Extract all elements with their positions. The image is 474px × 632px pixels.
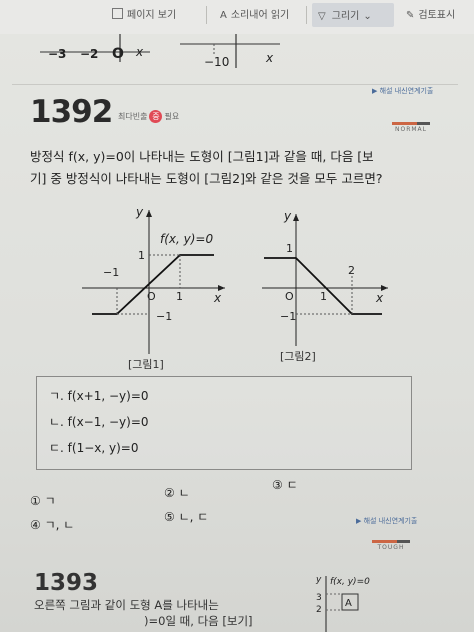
read-aloud-button[interactable]: A 소리내어 읽기: [220, 6, 289, 21]
prev-tick-minus2: −2: [80, 47, 98, 61]
viewer-toolbar: 페이지 보기 A 소리내어 읽기 ▽ 그리기 ⌄ ✎ 검토표시: [0, 0, 474, 35]
fig2-label-y1: 1: [286, 242, 293, 255]
difficulty-level: NORMAL: [392, 122, 430, 133]
difficulty-bars-2: [372, 540, 410, 543]
problem-2-figure: y f(x, y)=0 3 2 A: [315, 575, 370, 632]
prev-x-axis-label-2: x: [265, 51, 274, 65]
fig2-y-axis: y: [283, 209, 292, 223]
fig1-x-axis: x: [213, 291, 222, 305]
fig1-label-xm1: −1: [103, 266, 119, 279]
difficulty-level-2: TOUGH: [372, 540, 410, 551]
difficulty-label: NORMAL: [394, 126, 427, 133]
question-line-2: 기] 중 방정식이 나타내는 도형이 [그림2]와 같은 것을 모두 고르면?: [30, 171, 383, 186]
difficulty-bars: [392, 122, 430, 125]
fig1-label-ym1: −1: [156, 310, 172, 323]
choice-3[interactable]: ③ ㄷ: [272, 476, 298, 493]
fig2-x-axis: x: [375, 291, 384, 305]
question-2-line-2: )=0일 때, 다음 [보기]: [144, 614, 253, 628]
pen-icon: ✎: [406, 10, 415, 21]
figure-2: y x O 1 1 2 −1 [그림2]: [262, 209, 388, 363]
mini-curve-label: f(x, y)=0: [330, 577, 370, 587]
option-b: ㄴ. f(x−1, −y)=0: [49, 415, 149, 429]
badge-mark: 중: [149, 110, 163, 123]
question-line-1: 방정식 f(x, y)=0이 나타내는 도형이 [그림1]과 같을 때, 다음 …: [30, 149, 374, 164]
draw-dropdown-content: ▽ 그리기 ⌄: [318, 7, 372, 22]
fig1-label-x1: 1: [176, 290, 183, 303]
page-icon: [112, 8, 123, 19]
mini-region-a: A: [345, 598, 352, 609]
draw-label: 그리기: [331, 11, 360, 22]
page-view-button[interactable]: 페이지 보기: [112, 6, 176, 21]
toolbar-divider: [206, 6, 207, 24]
answer-link[interactable]: ▶ 해설 내신연계기출: [372, 86, 433, 96]
fig2-label-x2: 2: [348, 264, 355, 277]
toolbar-divider: [306, 6, 307, 24]
prev-origin: O: [112, 46, 124, 62]
fig2-label-ym1: −1: [280, 310, 296, 323]
question-2-text: 오른쪽 그림과 같이 도형 A를 나타내는 )=0일 때, 다음 [보기]: [34, 597, 253, 629]
choice-1[interactable]: ① ㄱ: [30, 492, 56, 509]
question-text: 방정식 f(x, y)=0이 나타내는 도형이 [그림1]과 같을 때, 다음 …: [30, 146, 450, 190]
question-2-line-1: 오른쪽 그림과 같이 도형 A를 나타내는: [34, 598, 219, 612]
options-box: ㄱ. f(x+1, −y)=0 ㄴ. f(x−1, −y)=0 ㄷ. f(1−x…: [36, 376, 412, 470]
previous-problem-graphs: −3 −2 O x −10 x: [40, 34, 280, 69]
fig2-label-x1: 1: [320, 290, 327, 303]
answer-link-2[interactable]: ▶ 해설 내신연계기출: [356, 516, 417, 526]
frequency-badge: 최다빈출 중 필요: [118, 110, 179, 123]
option-a: ㄱ. f(x+1, −y)=0: [49, 389, 149, 403]
fig1-curve-label: f(x, y)=0: [160, 232, 213, 246]
prev-tick-minus10: −10: [204, 55, 229, 69]
read-aloud-label: 소리내어 읽기: [230, 10, 290, 21]
option-c: ㄷ. f(1−x, y)=0: [49, 441, 139, 455]
difficulty-label-2: TOUGH: [377, 544, 405, 551]
choice-4[interactable]: ④ ㄱ, ㄴ: [30, 516, 74, 533]
mini-tick-2: 2: [316, 605, 322, 615]
fig1-caption: [그림1]: [128, 358, 164, 371]
fig1-origin: O: [147, 290, 156, 303]
fig1-label-y1: 1: [138, 249, 145, 262]
section-divider: [12, 84, 458, 85]
speaker-icon: A: [220, 10, 227, 21]
problem-number: 1392: [30, 94, 113, 130]
choice-5[interactable]: ⑤ ㄴ, ㄷ: [164, 508, 208, 525]
badge-suffix: 필요: [164, 112, 180, 121]
prev-x-axis-label: x: [135, 45, 144, 59]
page-view-label: 페이지 보기: [127, 10, 177, 21]
caret-icon: ⌄: [363, 11, 372, 22]
mini-y-axis: y: [315, 575, 322, 585]
figure-1: y x f(x, y)=0 O 1 −1 1 −1 [그림1]: [82, 205, 225, 371]
figures: y x f(x, y)=0 O 1 −1 1 −1 [그림1] y x O 1 …: [82, 205, 388, 371]
choice-2[interactable]: ② ㄴ: [164, 484, 190, 501]
badge-prefix: 최다빈출: [118, 112, 148, 121]
fig1-y-axis: y: [135, 205, 144, 219]
review-mark-label: 검토표시: [418, 10, 456, 21]
draw-dropdown[interactable]: ▽ 그리기 ⌄: [312, 3, 394, 27]
prev-tick-minus3: −3: [48, 47, 66, 61]
fig2-origin: O: [285, 290, 294, 303]
problem-number-2: 1393: [34, 570, 99, 596]
fig2-caption: [그림2]: [280, 350, 316, 363]
review-mark-button[interactable]: ✎ 검토표시: [406, 6, 455, 21]
mini-tick-3: 3: [316, 593, 322, 603]
chevron-down-icon: ▽: [318, 11, 326, 22]
